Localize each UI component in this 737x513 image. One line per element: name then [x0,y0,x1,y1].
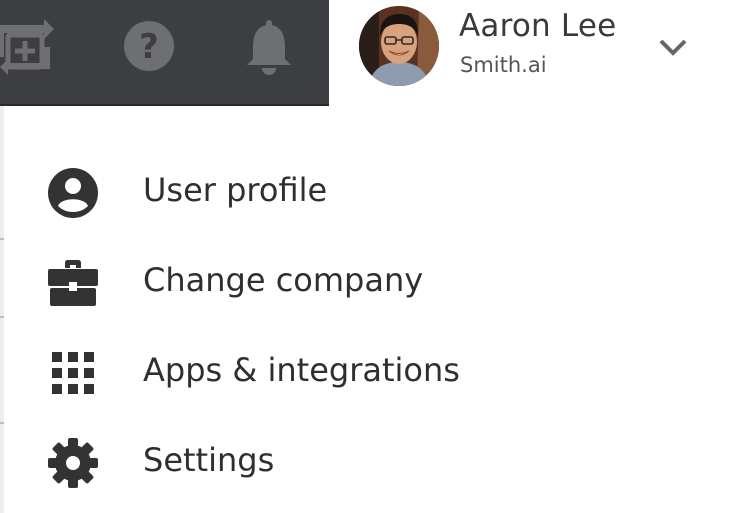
menu-item-label: Change company [143,261,424,299]
switch-add-icon[interactable] [0,17,54,75]
menu-item-label: User profile [143,171,328,209]
menu-item-settings[interactable]: Settings [4,421,737,501]
help-icon[interactable]: ? [122,17,176,75]
user-name: Aaron Lee [459,8,617,44]
avatar[interactable] [359,6,439,86]
top-bar: ? [0,0,329,106]
briefcase-icon [46,256,100,310]
account-circle-icon [46,166,100,220]
chevron-down-icon[interactable] [657,34,689,60]
svg-text:?: ? [139,27,159,67]
gear-icon [46,436,100,490]
bell-icon[interactable] [242,17,296,75]
menu-item-label: Settings [143,441,275,479]
user-dropdown-menu: User profile Change company Apps & integ… [4,106,737,513]
user-menu-toggle[interactable]: Aaron Lee Smith.ai [329,0,737,106]
menu-item-label: Apps & integrations [143,351,460,389]
user-company: Smith.ai [460,53,547,77]
menu-item-apps-integrations[interactable]: Apps & integrations [4,331,737,411]
apps-grid-icon [46,346,100,400]
menu-item-change-company[interactable]: Change company [4,241,737,321]
menu-item-user-profile[interactable]: User profile [4,151,737,231]
